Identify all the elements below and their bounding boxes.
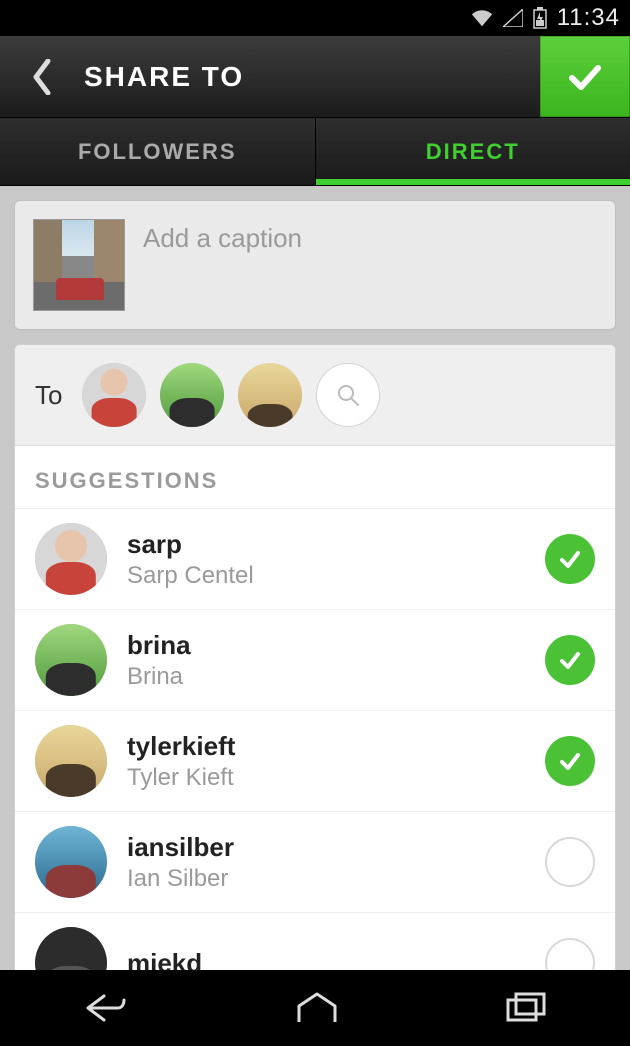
selected-checkmark[interactable] <box>545 534 595 584</box>
username: brina <box>127 630 525 661</box>
display-name: Tyler Kieft <box>127 764 525 792</box>
username: iansilber <box>127 832 525 863</box>
android-statusbar: 11:34 <box>0 0 630 36</box>
caption-input[interactable]: Add a caption <box>143 223 597 254</box>
username: tylerkieft <box>127 731 525 762</box>
username: sarp <box>127 529 525 560</box>
suggestion-row[interactable]: tylerkieftTyler Kieft <box>15 711 615 812</box>
content-area: Add a caption To SUGGESTIONS sarpSarp <box>0 186 630 970</box>
display-name: Brina <box>127 663 525 691</box>
name-block: tylerkieftTyler Kieft <box>127 731 525 792</box>
checkmark-icon <box>556 646 584 674</box>
cell-signal-icon <box>503 9 523 27</box>
nav-recents-button[interactable] <box>504 992 548 1024</box>
nav-home-button[interactable] <box>295 992 339 1024</box>
tab-followers[interactable]: FOLLOWERS <box>0 118 316 185</box>
nav-back-button[interactable] <box>82 992 130 1024</box>
name-block: brinaBrina <box>127 630 525 691</box>
checkmark-icon <box>564 56 606 98</box>
suggestion-row[interactable]: iansilberIan Silber <box>15 812 615 913</box>
name-block: sarpSarp Centel <box>127 529 525 590</box>
chevron-left-icon <box>30 59 54 95</box>
confirm-button[interactable] <box>540 36 630 117</box>
name-block: iansilberIan Silber <box>127 832 525 893</box>
selected-checkmark[interactable] <box>545 736 595 786</box>
recipient-chip[interactable] <box>160 363 224 427</box>
checkmark-icon <box>556 747 584 775</box>
tab-direct[interactable]: DIRECT <box>316 118 630 185</box>
add-recipient-search[interactable] <box>316 363 380 427</box>
suggestion-row[interactable]: sarpSarp Centel <box>15 509 615 610</box>
share-tabs: FOLLOWERS DIRECT <box>0 118 630 186</box>
page-title: SHARE TO <box>84 36 540 117</box>
display-name: Ian Silber <box>127 865 525 893</box>
selected-checkmark[interactable] <box>545 635 595 685</box>
select-circle[interactable] <box>545 938 595 970</box>
username: miekd <box>127 948 525 971</box>
android-navbar <box>0 970 630 1046</box>
caption-card: Add a caption <box>14 200 616 330</box>
battery-icon <box>533 7 547 29</box>
recipients-card: To SUGGESTIONS sarpSarp Centel brinaBrina… <box>14 344 616 970</box>
action-bar: SHARE TO <box>0 36 630 118</box>
recipient-chip[interactable] <box>238 363 302 427</box>
name-block: miekd <box>127 948 525 971</box>
avatar <box>35 826 107 898</box>
suggestion-row[interactable]: brinaBrina <box>15 610 615 711</box>
suggestion-row[interactable]: miekd <box>15 913 615 970</box>
to-row: To <box>15 345 615 446</box>
avatar <box>35 523 107 595</box>
suggestions-header: SUGGESTIONS <box>15 446 615 509</box>
wifi-icon <box>471 9 493 27</box>
select-circle[interactable] <box>545 837 595 887</box>
avatar <box>35 725 107 797</box>
to-label: To <box>35 380 62 411</box>
checkmark-icon <box>556 545 584 573</box>
suggestions-list: sarpSarp Centel brinaBrina tylerkieftTyler… <box>15 509 615 970</box>
recipient-chip[interactable] <box>82 363 146 427</box>
avatar <box>35 927 107 970</box>
avatar <box>35 624 107 696</box>
photo-thumbnail[interactable] <box>33 219 125 311</box>
back-button[interactable] <box>0 36 84 117</box>
clock-text: 11:34 <box>557 4 620 32</box>
display-name: Sarp Centel <box>127 562 525 590</box>
search-icon <box>335 382 361 408</box>
